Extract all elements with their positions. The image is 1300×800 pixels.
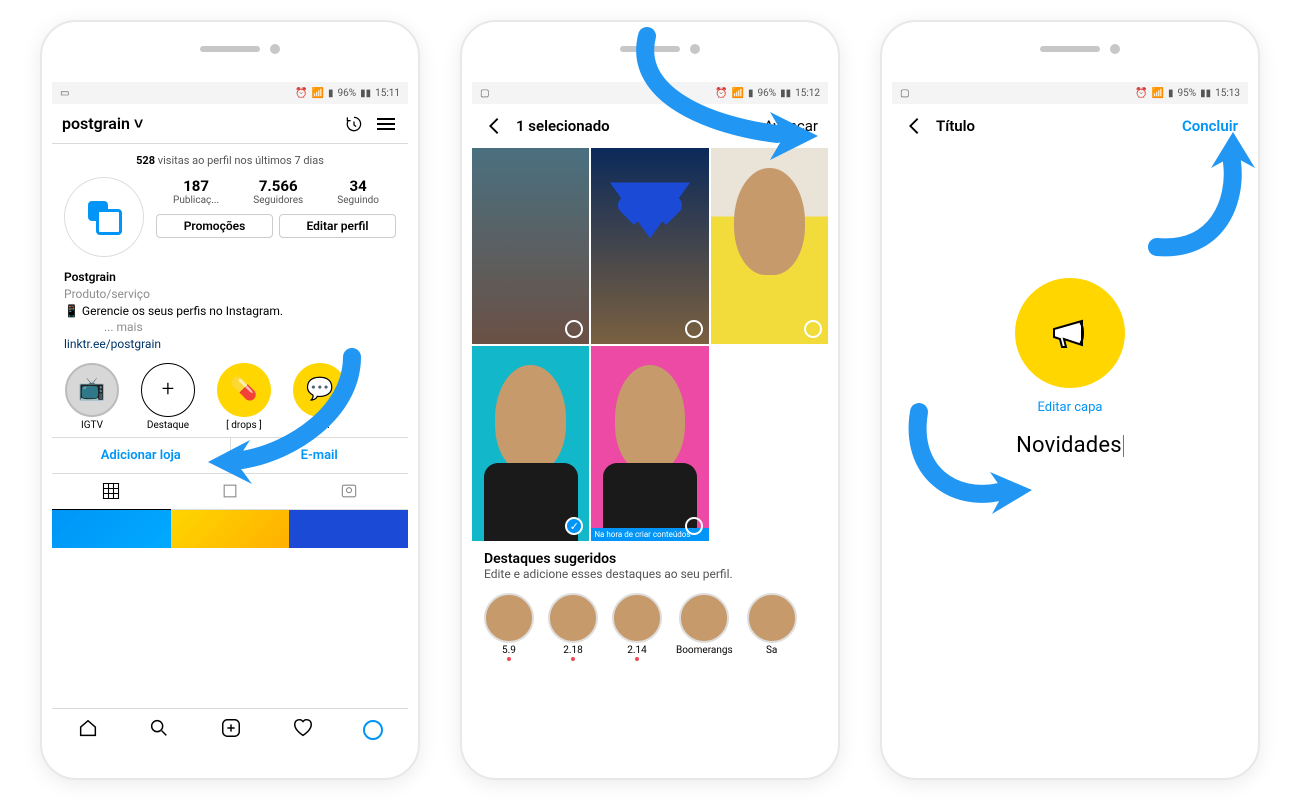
suggested-item[interactable]: 5.9 xyxy=(484,593,534,661)
status-bar: ▢ ⏰📶▮95%▮▮15:13 xyxy=(892,82,1248,104)
nav-create-icon[interactable] xyxy=(220,717,242,743)
suggested-item[interactable]: Sa xyxy=(747,593,797,661)
status-bar: ▭ ⏰ 📶 ▮ 96% ▮▮ 15:11 xyxy=(52,82,408,104)
next-button[interactable]: Avançar xyxy=(764,117,818,135)
signal-icon: ▮ xyxy=(328,88,334,99)
story-thumb[interactable] xyxy=(711,148,828,344)
highlight-igtv[interactable]: 📺IGTV xyxy=(56,363,128,431)
tab-grid[interactable] xyxy=(52,474,171,510)
tab-tagged[interactable] xyxy=(289,474,408,510)
story-thumb[interactable]: Na hora de criar conteúdos xyxy=(591,346,708,542)
edit-profile-button[interactable]: Editar perfil xyxy=(279,214,396,238)
story-thumb[interactable] xyxy=(472,148,589,344)
stat-followers[interactable]: 7.566Seguidores xyxy=(253,177,303,206)
profile-bio: Postgrain Produto/serviço 📱 Gerencie os … xyxy=(52,265,408,353)
stat-posts[interactable]: 187Publicaç... xyxy=(173,177,219,206)
nav-profile-icon[interactable] xyxy=(363,720,383,740)
suggested-header: Destaques sugeridos xyxy=(484,551,816,567)
suggested-item[interactable]: Boomerangs xyxy=(676,593,733,661)
bio-link[interactable]: linktr.ee/postgrain xyxy=(64,336,396,353)
wifi-icon: 📶 xyxy=(312,88,324,99)
stat-following[interactable]: 34Seguindo xyxy=(337,177,379,206)
highlight-new[interactable]: +Destaque xyxy=(132,363,204,431)
back-icon[interactable] xyxy=(482,114,506,138)
bio-more[interactable]: ... mais xyxy=(64,319,396,336)
bio-name: Postgrain xyxy=(64,269,396,286)
battery-icon: ▮▮ xyxy=(360,88,371,99)
highlights-row: 📺IGTV +Destaque 💊[ drops ] 💬P&R xyxy=(52,353,408,437)
highlight-drops[interactable]: 💊[ drops ] xyxy=(208,363,280,431)
suggested-item[interactable]: 2.14 xyxy=(612,593,662,661)
story-thumb[interactable] xyxy=(591,148,708,344)
story-thumb[interactable]: ✓ xyxy=(472,346,589,542)
highlight-name-input[interactable]: Novidades xyxy=(1016,433,1124,458)
alarm-icon: ⏰ xyxy=(295,88,307,99)
highlight-pr[interactable]: 💬P&R xyxy=(284,363,356,431)
promotions-button[interactable]: Promoções xyxy=(156,214,273,238)
username-dropdown[interactable]: postgrain ˅ xyxy=(62,114,143,134)
suggested-item[interactable]: 2.18 xyxy=(548,593,598,661)
megaphone-icon xyxy=(1046,309,1094,357)
header-title: 1 selecionado xyxy=(516,117,754,135)
email-button[interactable]: E-mail xyxy=(230,437,409,474)
nav-search-icon[interactable] xyxy=(148,717,170,743)
bottom-nav xyxy=(52,708,408,750)
battery-percent: 96% xyxy=(338,88,357,99)
highlight-cover[interactable] xyxy=(1015,278,1125,388)
add-shop-button[interactable]: Adicionar loja xyxy=(52,437,230,474)
done-button[interactable]: Concluir xyxy=(1182,117,1238,135)
posts-grid[interactable] xyxy=(52,510,408,548)
phone-highlight-title: ▢ ⏰📶▮95%▮▮15:13 Título Concluir Editar c… xyxy=(880,20,1260,780)
header-title: Título xyxy=(936,117,1172,135)
picture-icon: ▢ xyxy=(900,88,909,99)
suggested-sub: Edite e adicione esses destaques ao seu … xyxy=(484,567,816,581)
nav-activity-icon[interactable] xyxy=(292,717,314,743)
archive-icon[interactable] xyxy=(342,112,366,136)
bio-text: 📱 Gerencie os seus perfis no Instagram. xyxy=(64,303,396,320)
nav-home-icon[interactable] xyxy=(77,717,99,743)
avatar[interactable] xyxy=(64,177,144,257)
profile-appbar: postgrain ˅ xyxy=(52,104,408,144)
clock: 15:11 xyxy=(375,88,400,99)
picture-icon: ▢ xyxy=(480,88,489,99)
status-bar: ▢ ⏰📶▮96%▮▮15:12 xyxy=(472,82,828,104)
menu-icon[interactable] xyxy=(374,112,398,136)
insights-count: 528 xyxy=(136,154,155,167)
tab-feed[interactable] xyxy=(171,474,290,510)
phone-profile: ▭ ⏰ 📶 ▮ 96% ▮▮ 15:11 postgrain ˅ xyxy=(40,20,420,780)
profile-insights[interactable]: 528 visitas ao perfil nos últimos 7 dias xyxy=(52,144,408,177)
suggested-row: 5.9 2.18 2.14 Boomerangs Sa xyxy=(472,585,828,661)
phone-select-stories: ▢ ⏰📶▮96%▮▮15:12 1 selecionado Avançar ✓ … xyxy=(460,20,840,780)
bio-category: Produto/serviço xyxy=(64,286,396,303)
story-gallery: ✓ Na hora de criar conteúdos xyxy=(472,148,828,541)
laptop-icon: ▭ xyxy=(60,88,69,99)
edit-cover-link[interactable]: Editar capa xyxy=(1038,400,1103,415)
back-icon[interactable] xyxy=(902,114,926,138)
